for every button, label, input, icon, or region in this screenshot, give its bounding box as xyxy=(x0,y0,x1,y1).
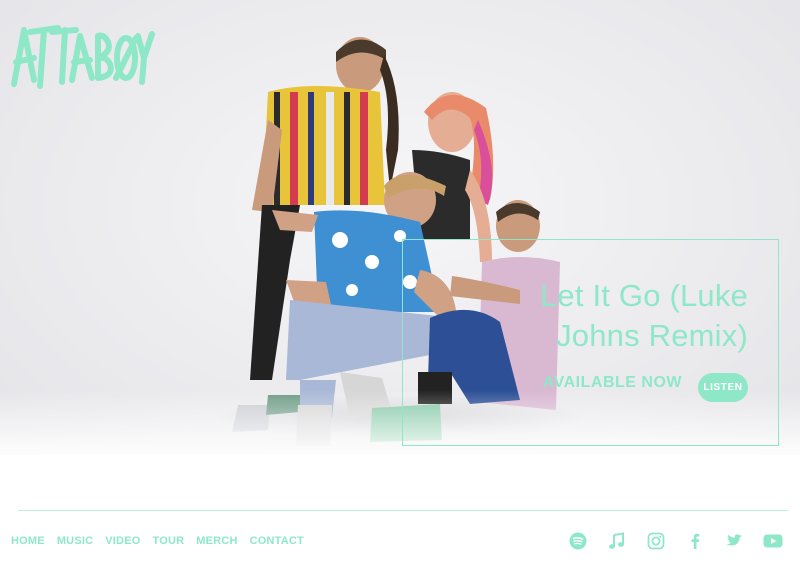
nav-tour[interactable]: TOUR xyxy=(153,535,185,547)
social-links xyxy=(550,530,784,552)
spotify-icon[interactable] xyxy=(567,530,589,552)
instagram-icon[interactable] xyxy=(645,530,667,552)
nav-contact[interactable]: CONTACT xyxy=(250,535,304,547)
facebook-icon[interactable] xyxy=(684,530,706,552)
listen-button[interactable]: LISTEN xyxy=(698,373,748,402)
release-title[interactable]: Let It Go (Luke Johns Remix) xyxy=(448,276,748,356)
hero-section: Let It Go (Luke Johns Remix) AVAILABLE N… xyxy=(0,0,800,460)
footer-nav: HOME MUSIC VIDEO TOUR MERCH CONTACT xyxy=(11,535,316,547)
release-promo-box: Let It Go (Luke Johns Remix) AVAILABLE N… xyxy=(402,239,779,446)
attaboy-logo[interactable] xyxy=(10,20,155,95)
youtube-icon[interactable] xyxy=(762,530,784,552)
apple-music-icon[interactable] xyxy=(606,530,628,552)
footer-divider xyxy=(18,510,788,511)
nav-merch[interactable]: MERCH xyxy=(196,535,237,547)
page: Let It Go (Luke Johns Remix) AVAILABLE N… xyxy=(0,0,800,575)
twitter-icon[interactable] xyxy=(723,530,745,552)
nav-music[interactable]: MUSIC xyxy=(57,535,93,547)
nav-video[interactable]: VIDEO xyxy=(105,535,140,547)
availability-text: AVAILABLE NOW xyxy=(542,374,682,391)
nav-home[interactable]: HOME xyxy=(11,535,45,547)
